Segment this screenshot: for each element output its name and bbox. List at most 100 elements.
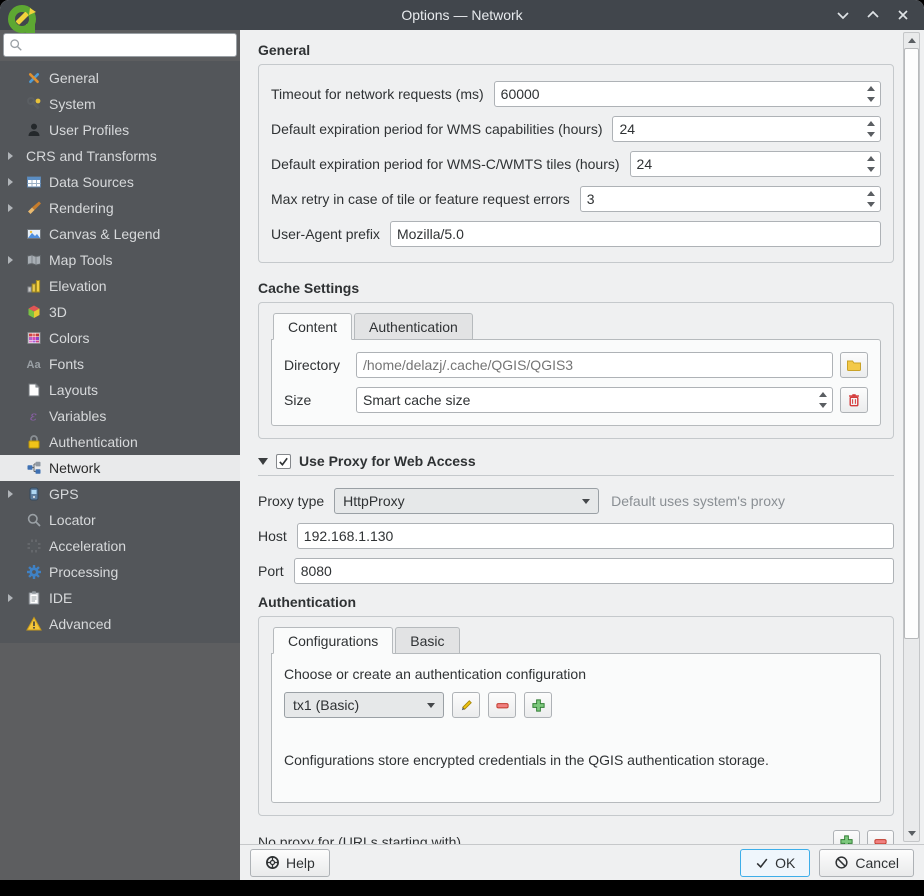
check-icon (755, 856, 769, 870)
sidebar-item-label: CRS and Transforms (26, 148, 157, 164)
sidebar-item-gps[interactable]: GPS (0, 481, 240, 507)
search-icon (9, 38, 23, 52)
edit-config-button[interactable] (452, 692, 480, 718)
proxy-port-input[interactable] (294, 558, 894, 584)
cache-directory-input[interactable] (356, 352, 833, 378)
spin-up-button[interactable] (863, 118, 879, 129)
spin-up-button[interactable] (863, 188, 879, 199)
spin-down-button[interactable] (863, 94, 879, 105)
sidebar-list: General System User Profiles CRS and Tra… (0, 61, 240, 643)
folder-icon (846, 357, 862, 373)
sidebar-search-input[interactable] (23, 38, 231, 53)
spin-up-button[interactable] (863, 153, 879, 164)
help-button[interactable]: Help (250, 849, 330, 877)
scroll-down-button[interactable] (904, 826, 919, 841)
max-retry-input[interactable] (580, 186, 881, 212)
ok-button[interactable]: OK (740, 849, 810, 877)
spin-down-button[interactable] (863, 129, 879, 140)
form-row: Default expiration period for WMS capabi… (271, 116, 881, 142)
sidebar-item-ide[interactable]: IDE (0, 585, 240, 611)
auth-config-select[interactable]: tx1 (Basic) (284, 692, 444, 718)
remove-config-button[interactable] (488, 692, 516, 718)
spin-down-button[interactable] (863, 164, 879, 175)
user-icon (26, 122, 42, 138)
sidebar-item-label: GPS (49, 486, 79, 502)
network-icon (26, 460, 42, 476)
sidebar-item-user-profiles[interactable]: User Profiles (0, 117, 240, 143)
minimize-icon[interactable] (832, 4, 854, 26)
configurations-panel: Choose or create an authentication confi… (271, 653, 881, 803)
close-icon[interactable] (892, 4, 914, 26)
proxy-type-hint: Default uses system's proxy (611, 493, 785, 509)
sidebar-item-network[interactable]: Network (0, 455, 240, 481)
sidebar-item-system[interactable]: System (0, 91, 240, 117)
sidebar-item-map-tools[interactable]: Map Tools (0, 247, 240, 273)
expand-arrow-icon[interactable] (8, 204, 13, 212)
table-icon (26, 174, 42, 190)
maximize-icon[interactable] (862, 4, 884, 26)
tab-authentication[interactable]: Authentication (354, 313, 473, 340)
remove-url-button[interactable] (867, 830, 894, 844)
palette-icon (26, 330, 42, 346)
max-retry-spinbox[interactable] (580, 186, 881, 212)
settings-sidebar: General System User Profiles CRS and Tra… (0, 30, 240, 880)
cache-size-spinbox[interactable] (356, 387, 833, 413)
proxy-type-select[interactable]: HttpProxy (334, 488, 599, 514)
cancel-icon (834, 855, 849, 870)
sidebar-item-general[interactable]: General (0, 65, 240, 91)
sidebar-item-rendering[interactable]: Rendering (0, 195, 240, 221)
user-agent-input[interactable] (390, 221, 881, 247)
cache-size-input[interactable] (356, 387, 833, 413)
browse-folder-button[interactable] (840, 352, 868, 378)
sidebar-item-label: System (49, 96, 96, 112)
add-url-button[interactable] (833, 830, 860, 844)
sidebar-item-label: IDE (49, 590, 72, 606)
sidebar-item-processing[interactable]: Processing (0, 559, 240, 585)
timeout-input[interactable] (494, 81, 881, 107)
proxy-host-input[interactable] (297, 523, 894, 549)
wmts-expiration-input[interactable] (630, 151, 881, 177)
sidebar-item-3d[interactable]: 3D (0, 299, 240, 325)
sidebar-item-variables[interactable]: ε Variables (0, 403, 240, 429)
spin-up-button[interactable] (863, 83, 879, 94)
expand-arrow-icon[interactable] (8, 490, 13, 498)
spin-down-button[interactable] (863, 199, 879, 210)
sidebar-item-crs-and-transforms[interactable]: CRS and Transforms (0, 143, 240, 169)
sidebar-item-layouts[interactable]: Layouts (0, 377, 240, 403)
expand-arrow-icon[interactable] (8, 152, 13, 160)
script-icon (26, 590, 42, 606)
spin-down-button[interactable] (815, 400, 831, 411)
sidebar-item-locator[interactable]: Locator (0, 507, 240, 533)
timeout-label: Timeout for network requests (ms) (271, 86, 484, 102)
wms-expiration-input[interactable] (612, 116, 881, 142)
expand-arrow-icon[interactable] (8, 178, 13, 186)
collapse-arrow-icon[interactable] (258, 458, 268, 465)
tab-content[interactable]: Content (273, 313, 352, 340)
scroll-up-button[interactable] (904, 33, 919, 48)
sidebar-item-authentication[interactable]: Authentication (0, 429, 240, 455)
sidebar-item-label: Processing (49, 564, 118, 580)
sidebar-item-canvas-legend[interactable]: Canvas & Legend (0, 221, 240, 247)
clear-cache-button[interactable] (840, 387, 868, 413)
spin-up-button[interactable] (815, 389, 831, 400)
sidebar-item-fonts[interactable]: Aa Fonts (0, 351, 240, 377)
wms-expiration-spinbox[interactable] (612, 116, 881, 142)
sidebar-item-label: Rendering (49, 200, 114, 216)
sidebar-item-elevation[interactable]: Elevation (0, 273, 240, 299)
lock-icon (26, 434, 42, 450)
sidebar-item-colors[interactable]: Colors (0, 325, 240, 351)
sidebar-item-data-sources[interactable]: Data Sources (0, 169, 240, 195)
tab-basic[interactable]: Basic (395, 627, 459, 654)
tab-configurations[interactable]: Configurations (273, 627, 393, 654)
sidebar-item-advanced[interactable]: Advanced (0, 611, 240, 637)
use-proxy-checkbox[interactable] (276, 454, 291, 469)
scrollbar-thumb[interactable] (904, 48, 919, 639)
add-config-button[interactable] (524, 692, 552, 718)
sidebar-item-acceleration[interactable]: Acceleration (0, 533, 240, 559)
sidebar-item-label: Layouts (49, 382, 98, 398)
expand-arrow-icon[interactable] (8, 594, 13, 602)
cancel-button[interactable]: Cancel (819, 849, 914, 877)
wmts-expiration-spinbox[interactable] (630, 151, 881, 177)
expand-arrow-icon[interactable] (8, 256, 13, 264)
timeout-spinbox[interactable] (494, 81, 881, 107)
